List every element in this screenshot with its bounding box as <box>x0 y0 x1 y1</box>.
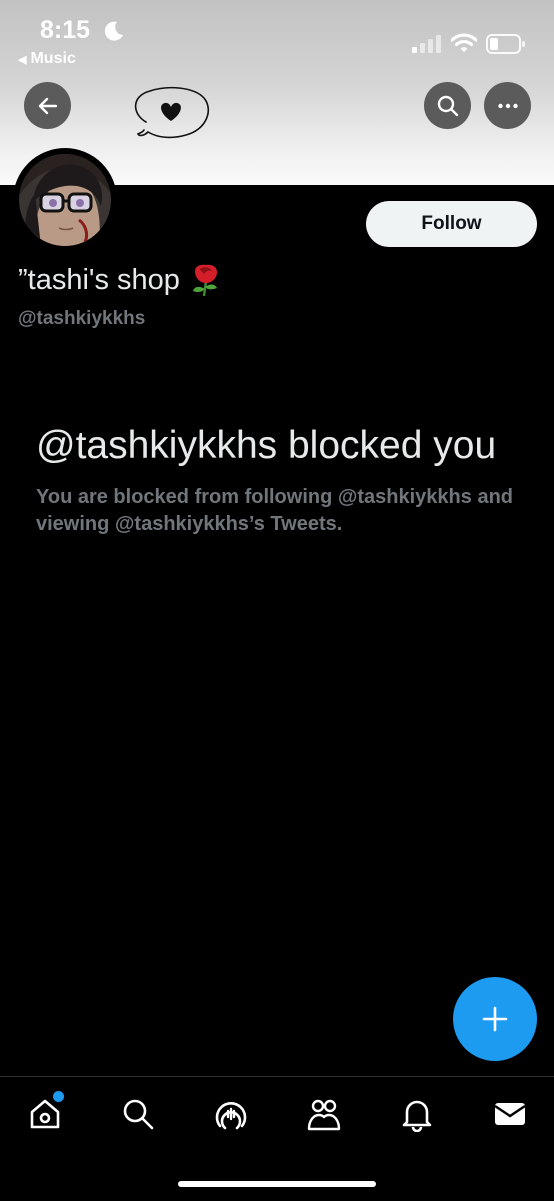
plus-icon <box>482 1006 508 1032</box>
compose-tweet-button[interactable] <box>453 977 537 1061</box>
blocked-title: @tashkiykkhs blocked you <box>36 424 497 467</box>
display-name: ”tashi's shop <box>18 263 222 297</box>
cellular-signal-icon <box>412 35 441 53</box>
back-arrow-icon <box>38 97 57 114</box>
follow-button[interactable]: Follow <box>366 201 537 247</box>
moon-icon <box>104 21 123 41</box>
home-notification-dot <box>53 1091 64 1102</box>
spaces-icon[interactable] <box>213 1096 249 1132</box>
communities-icon[interactable] <box>306 1096 342 1132</box>
back-triangle-icon: ◀ <box>18 54 27 66</box>
back-to-app-link[interactable]: ◀ Music <box>18 50 76 68</box>
battery-icon <box>486 34 525 54</box>
search-button[interactable] <box>424 82 471 129</box>
messages-icon[interactable] <box>492 1096 528 1132</box>
search-icon[interactable] <box>120 1096 156 1132</box>
more-button[interactable] <box>484 82 531 129</box>
back-button[interactable] <box>24 82 71 129</box>
avatar-image <box>19 154 111 246</box>
blocked-message: You are blocked from following @tashkiyk… <box>36 486 514 535</box>
back-app-label: Music <box>30 50 76 67</box>
wifi-icon <box>451 33 477 52</box>
status-time: 8:15 <box>40 16 91 44</box>
heart-doodle-icon <box>134 86 210 139</box>
avatar[interactable] <box>13 148 117 252</box>
search-icon <box>437 95 458 116</box>
home-indicator[interactable] <box>178 1181 376 1187</box>
notifications-icon[interactable] <box>399 1096 435 1132</box>
rose-icon <box>192 264 217 297</box>
display-name-text: ”tashi's shop <box>18 263 180 296</box>
more-icon <box>497 103 518 108</box>
profile-handle: @tashkiykkhs <box>18 308 146 329</box>
